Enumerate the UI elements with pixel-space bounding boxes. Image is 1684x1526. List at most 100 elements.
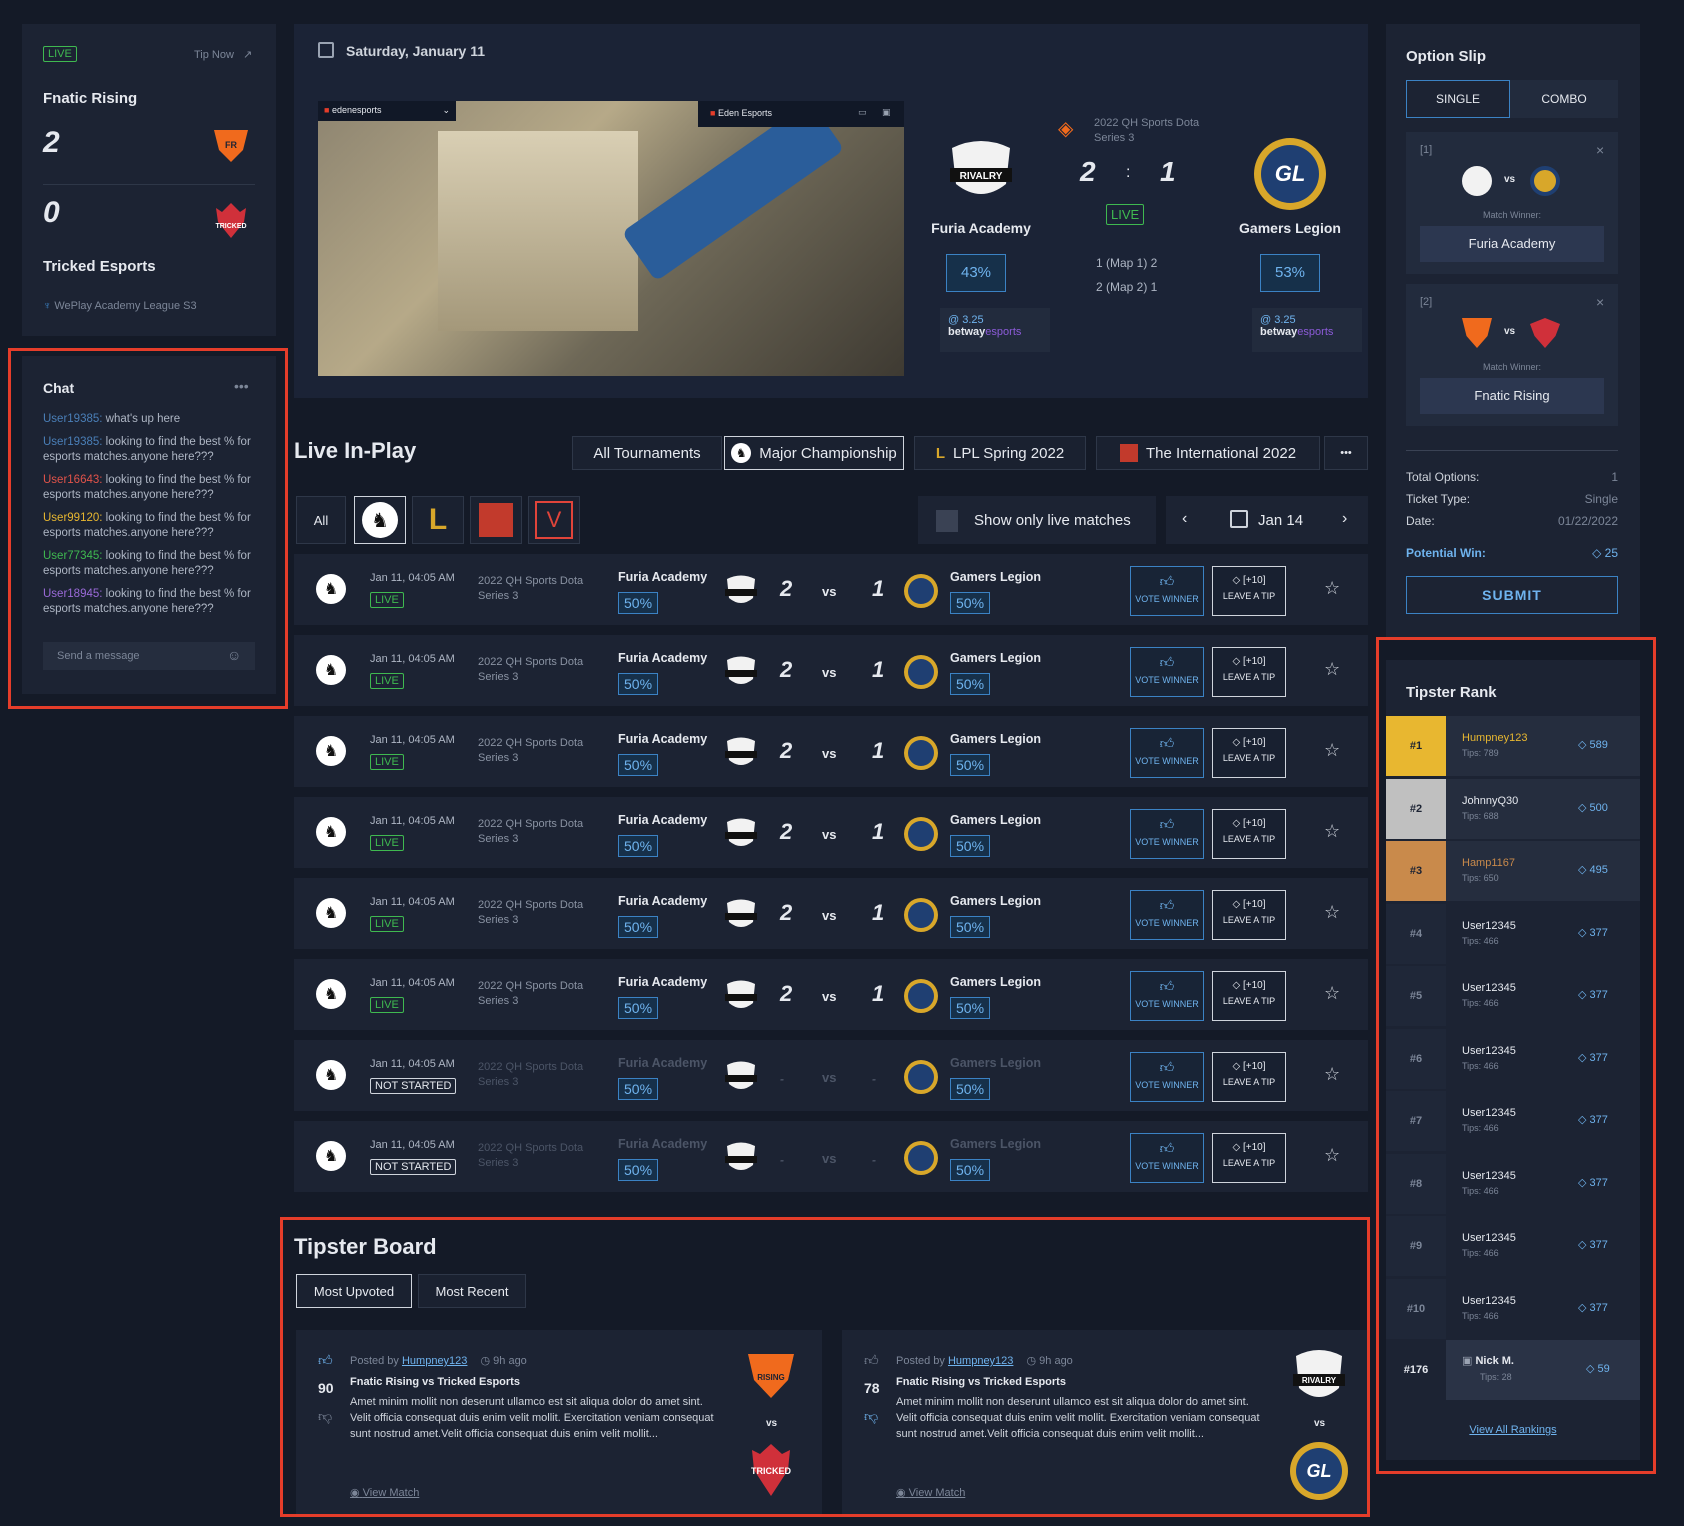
rank-row[interactable]: #8 User12345 Tips: 466 ◇ 377 [1386,1154,1640,1214]
thumbs-up-icon[interactable]: 👍︎ [318,1352,333,1369]
favorite-star-icon[interactable]: ☆ [1324,578,1340,599]
thumbs-down-icon[interactable]: 👎︎ [318,1408,332,1425]
match-team2-pct[interactable]: 50% [950,916,991,938]
match-row[interactable]: ♞ Jan 11, 04:05 AM LIVE 2022 QH Sports D… [294,635,1368,706]
featured-team2-odds[interactable]: @ 3.25 betwayesports [1252,308,1362,352]
match-row[interactable]: ♞ Jan 11, 04:05 AM LIVE 2022 QH Sports D… [294,797,1368,868]
show-live-checkbox[interactable] [936,510,958,532]
favorite-star-icon[interactable]: ☆ [1324,659,1340,680]
vote-winner-button[interactable]: 👍︎ VOTE WINNER [1130,1052,1204,1102]
favorite-star-icon[interactable]: ☆ [1324,740,1340,761]
stream-channel-bar[interactable]: ■ edenesports ⌄ [318,101,456,121]
match-team2-pct[interactable]: 50% [950,1159,991,1181]
twitch-icon[interactable]: ▭ [858,107,867,118]
tip-card[interactable]: 👍︎ 78 👎︎ Posted by Humpney123 ◷ 9h ago F… [842,1330,1368,1514]
leave-tip-button[interactable]: ◇ [+10] LEAVE A TIP [1212,1133,1286,1183]
tip-author-link[interactable]: Humpney123 [402,1355,467,1367]
leave-tip-button[interactable]: ◇ [+10] LEAVE A TIP [1212,647,1286,697]
tab-lpl-spring[interactable]: L LPL Spring 2022 [914,436,1086,470]
remove-bet-icon[interactable]: × [1596,142,1604,158]
match-row[interactable]: ♞ Jan 11, 04:05 AM NOT STARTED 2022 QH S… [294,1040,1368,1111]
tab-most-recent[interactable]: Most Recent [418,1274,526,1308]
leave-tip-button[interactable]: ◇ [+10] LEAVE A TIP [1212,566,1286,616]
vote-winner-button[interactable]: 👍︎ VOTE WINNER [1130,647,1204,697]
match-row[interactable]: ♞ Jan 11, 04:05 AM LIVE 2022 QH Sports D… [294,554,1368,625]
tip-author-link[interactable]: Humpney123 [948,1355,1013,1367]
rank-row[interactable]: #5 User12345 Tips: 466 ◇ 377 [1386,966,1640,1026]
vote-winner-button[interactable]: 👍︎ VOTE WINNER [1130,971,1204,1021]
match-team1-pct[interactable]: 50% [618,1078,659,1100]
remove-bet-icon[interactable]: × [1596,294,1604,310]
favorite-star-icon[interactable]: ☆ [1324,983,1340,1004]
leave-tip-button[interactable]: ◇ [+10] LEAVE A TIP [1212,1052,1286,1102]
match-team1-pct[interactable]: 50% [618,997,659,1019]
rank-row[interactable]: #9 User12345 Tips: 466 ◇ 377 [1386,1216,1640,1276]
favorite-star-icon[interactable]: ☆ [1324,1145,1340,1166]
rank-row[interactable]: #4 User12345 Tips: 466 ◇ 377 [1386,904,1640,964]
thumbs-down-icon[interactable]: 👎︎ [864,1408,878,1425]
match-row[interactable]: ♞ Jan 11, 04:05 AM LIVE 2022 QH Sports D… [294,959,1368,1030]
view-match-link[interactable]: ◉ View Match [350,1486,419,1499]
match-team1-pct[interactable]: 50% [618,754,659,776]
match-row[interactable]: ♞ Jan 11, 04:05 AM LIVE 2022 QH Sports D… [294,878,1368,949]
match-team2-pct[interactable]: 50% [950,997,991,1019]
chat-more-icon[interactable]: ••• [234,378,249,394]
rank-row[interactable]: #3 Hamp1167 Tips: 650 ◇ 495 [1386,841,1640,901]
tab-most-upvoted[interactable]: Most Upvoted [296,1274,412,1308]
rank-row-me[interactable]: #176 ▣ Nick M. Tips: 28 ◇ 59 [1386,1340,1640,1400]
tab-single[interactable]: SINGLE [1406,80,1510,118]
match-team2-pct[interactable]: 50% [950,592,991,614]
match-team1-pct[interactable]: 50% [618,592,659,614]
tab-all-tournaments[interactable]: All Tournaments [572,436,722,470]
tournament-more-button[interactable]: ••• [1324,436,1368,470]
match-team2-pct[interactable]: 50% [950,835,991,857]
featured-team2-pct[interactable]: 53% [1260,254,1320,292]
submit-button[interactable]: SUBMIT [1406,576,1618,614]
thumbs-up-icon[interactable]: 👍︎ [864,1352,879,1369]
match-team1-pct[interactable]: 50% [618,835,659,857]
match-team2-pct[interactable]: 50% [950,673,991,695]
rank-row[interactable]: #7 User12345 Tips: 466 ◇ 377 [1386,1091,1640,1151]
bet-pick[interactable]: Fnatic Rising [1420,378,1604,414]
vote-winner-button[interactable]: 👍︎ VOTE WINNER [1130,890,1204,940]
featured-team1-pct[interactable]: 43% [946,254,1006,292]
vote-winner-button[interactable]: 👍︎ VOTE WINNER [1130,566,1204,616]
tip-now-link[interactable]: Tip Now ↗ [194,48,252,61]
tab-the-international[interactable]: The International 2022 [1096,436,1320,470]
fullscreen-icon[interactable]: ▣ [882,107,891,118]
match-team1-pct[interactable]: 50% [618,1159,659,1181]
chevron-right-icon[interactable]: › [1342,510,1347,528]
bet-pick[interactable]: Furia Academy [1420,226,1604,262]
leave-tip-button[interactable]: ◇ [+10] LEAVE A TIP [1212,728,1286,778]
match-team1-pct[interactable]: 50% [618,916,659,938]
leave-tip-button[interactable]: ◇ [+10] LEAVE A TIP [1212,890,1286,940]
stream-player[interactable]: ■ edenesports ⌄ ■ Eden Esports ▭ ▣ [318,101,904,376]
filter-csgo[interactable]: ♞ [354,496,406,544]
filter-valorant[interactable]: V [528,496,580,544]
match-team2-pct[interactable]: 50% [950,754,991,776]
vote-winner-button[interactable]: 👍︎ VOTE WINNER [1130,809,1204,859]
filter-lol[interactable]: L [412,496,464,544]
filter-all[interactable]: All [296,496,346,544]
leave-tip-button[interactable]: ◇ [+10] LEAVE A TIP [1212,809,1286,859]
match-row[interactable]: ♞ Jan 11, 04:05 AM NOT STARTED 2022 QH S… [294,1121,1368,1192]
match-team2-pct[interactable]: 50% [950,1078,991,1100]
rank-row[interactable]: #6 User12345 Tips: 466 ◇ 377 [1386,1029,1640,1089]
vote-winner-button[interactable]: 👍︎ VOTE WINNER [1130,1133,1204,1183]
rank-row[interactable]: #1 Humpney123 Tips: 789 ◇ 589 [1386,716,1640,776]
match-team1-pct[interactable]: 50% [618,673,659,695]
rank-row[interactable]: #10 User12345 Tips: 466 ◇ 377 [1386,1279,1640,1339]
vote-winner-button[interactable]: 👍︎ VOTE WINNER [1130,728,1204,778]
tip-card[interactable]: 👍︎ 90 👎︎ Posted by Humpney123 ◷ 9h ago F… [296,1330,822,1514]
view-all-rankings-link[interactable]: View All Rankings [1386,1424,1640,1436]
match-row[interactable]: ♞ Jan 11, 04:05 AM LIVE 2022 QH Sports D… [294,716,1368,787]
favorite-star-icon[interactable]: ☆ [1324,902,1340,923]
rank-row[interactable]: #2 JohnnyQ30 Tips: 688 ◇ 500 [1386,779,1640,839]
tab-major-championship[interactable]: ♞ Major Championship [724,436,904,470]
tab-combo[interactable]: COMBO [1510,80,1618,118]
view-match-link[interactable]: ◉ View Match [896,1486,965,1499]
favorite-star-icon[interactable]: ☆ [1324,1064,1340,1085]
favorite-star-icon[interactable]: ☆ [1324,821,1340,842]
show-live-toggle[interactable]: Show only live matches [918,496,1156,544]
leave-tip-button[interactable]: ◇ [+10] LEAVE A TIP [1212,971,1286,1021]
